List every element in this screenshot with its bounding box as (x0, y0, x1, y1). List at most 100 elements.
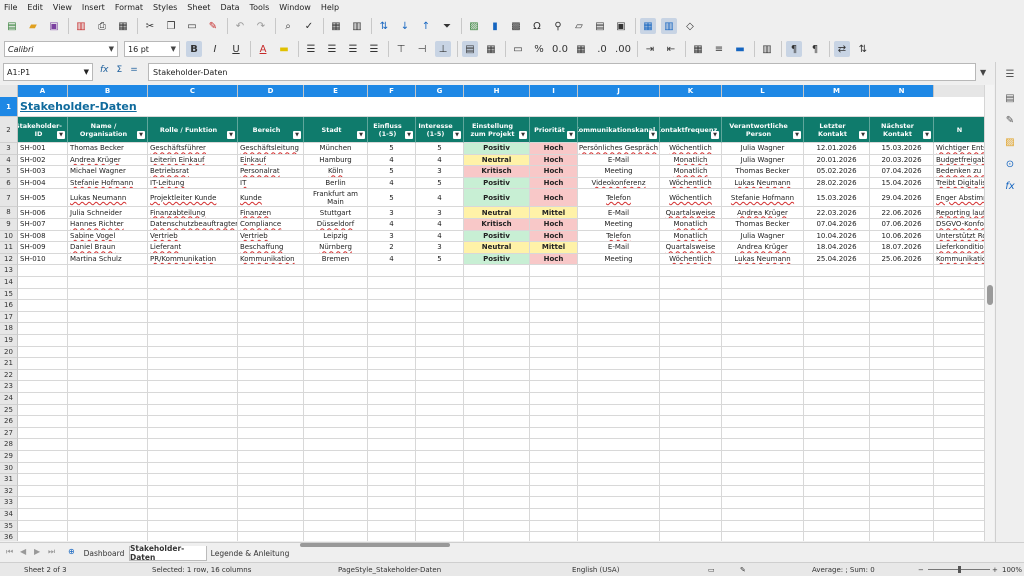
column-icon[interactable]: ▥ (349, 18, 365, 34)
empty-cell[interactable] (578, 323, 660, 335)
empty-cell[interactable] (304, 451, 368, 463)
language-status[interactable]: English (USA) (572, 566, 619, 574)
empty-cell[interactable] (368, 404, 416, 417)
empty-cell[interactable] (934, 474, 984, 486)
row-header[interactable]: 19 (0, 335, 18, 347)
empty-cell[interactable] (464, 346, 530, 359)
menu-item-tools[interactable]: Tools (250, 3, 270, 12)
empty-cell[interactable] (68, 520, 148, 533)
empty-cell[interactable] (304, 520, 368, 533)
table-cell[interactable]: Telefon (578, 189, 660, 208)
table-cell[interactable]: Kritisch (464, 166, 530, 178)
zoom-level[interactable]: 100% (1002, 566, 1022, 574)
empty-cell[interactable] (660, 346, 722, 359)
empty-cell[interactable] (148, 509, 238, 521)
empty-cell[interactable] (530, 277, 578, 289)
table-cell[interactable]: 3 (368, 230, 416, 243)
empty-cell[interactable] (18, 346, 68, 359)
zoom-slider-knob[interactable] (958, 566, 961, 573)
percent-format-icon[interactable]: % (531, 41, 547, 57)
table-cell[interactable]: Quartalsweise (660, 242, 722, 254)
empty-cell[interactable] (578, 532, 660, 541)
table-cell[interactable]: Hoch (530, 177, 578, 190)
empty-cell[interactable] (68, 393, 148, 405)
empty-cell[interactable] (304, 532, 368, 541)
empty-cell[interactable] (804, 265, 870, 277)
table-cell[interactable]: Wöchentlich (660, 253, 722, 266)
table-cell[interactable]: Wöchentlich (660, 143, 722, 155)
table-cell[interactable]: 22.06.2026 (870, 207, 934, 219)
empty-cell[interactable] (578, 381, 660, 393)
border-color-icon[interactable]: ▬ (732, 41, 748, 57)
empty-cell[interactable] (238, 474, 304, 486)
empty-cell[interactable] (804, 300, 870, 312)
table-cell[interactable]: SH-004 (18, 177, 68, 190)
empty-cell[interactable] (934, 335, 984, 347)
empty-cell[interactable] (804, 439, 870, 451)
row-header[interactable]: 29 (0, 451, 18, 463)
table-cell[interactable]: Mittel (530, 207, 578, 219)
empty-cell[interactable] (238, 288, 304, 301)
empty-cell[interactable] (530, 335, 578, 347)
empty-cell[interactable] (660, 485, 722, 498)
table-cell[interactable]: 18.04.2026 (804, 242, 870, 254)
empty-cell[interactable] (18, 462, 68, 475)
add-sheet-icon[interactable]: ⊕ (68, 547, 75, 556)
menu-item-insert[interactable]: Insert (82, 3, 105, 12)
table-cell[interactable]: 20.01.2026 (804, 154, 870, 167)
table-cell[interactable]: 15.04.2026 (870, 177, 934, 190)
empty-cell[interactable] (934, 521, 984, 533)
table-cell[interactable]: Positiv (464, 189, 530, 208)
menu-icon[interactable]: ☰ (1002, 66, 1018, 82)
row-header[interactable]: 11 (0, 242, 18, 254)
table-cell[interactable]: 5 (416, 177, 464, 190)
empty-cell[interactable] (578, 335, 660, 347)
empty-cell[interactable] (68, 462, 148, 475)
empty-cell[interactable] (416, 497, 464, 509)
empty-cell[interactable] (148, 532, 238, 541)
row-header[interactable]: 28 (0, 439, 18, 451)
table-cell[interactable]: 07.06.2026 (870, 219, 934, 231)
empty-cell[interactable] (68, 509, 148, 521)
table-cell[interactable]: Nürnberg (304, 242, 368, 254)
table-cell[interactable]: Wöchentlich (660, 177, 722, 190)
table-cell[interactable]: 3 (416, 242, 464, 254)
empty-cell[interactable] (722, 451, 804, 463)
empty-cell[interactable] (870, 358, 934, 370)
table-cell[interactable]: Geschäftsführer (148, 143, 238, 155)
empty-cell[interactable] (148, 404, 238, 417)
table-cell[interactable]: Hoch (530, 253, 578, 266)
empty-cell[interactable] (578, 346, 660, 359)
table-cell[interactable]: Positiv (464, 143, 530, 155)
export-pdf-icon[interactable]: ▥ (73, 18, 89, 34)
empty-cell[interactable] (464, 335, 530, 347)
empty-cell[interactable] (238, 497, 304, 509)
table-cell[interactable]: Einkauf (238, 154, 304, 167)
empty-cell[interactable] (578, 520, 660, 533)
table-cell[interactable]: SH-003 (18, 166, 68, 178)
empty-cell[interactable] (464, 323, 530, 335)
empty-cell[interactable] (722, 509, 804, 521)
empty-cell[interactable] (578, 439, 660, 451)
table-cell[interactable]: 4 (368, 219, 416, 231)
decrease-indent-icon[interactable]: ⇤ (663, 41, 679, 57)
functions-icon[interactable]: fx (1002, 178, 1018, 194)
empty-cell[interactable] (934, 289, 984, 301)
row-header[interactable]: 9 (0, 219, 18, 231)
freeze-rows-icon[interactable]: ▦ (640, 18, 656, 34)
table-cell[interactable]: 25.06.2026 (870, 253, 934, 266)
empty-cell[interactable] (368, 369, 416, 382)
column-header-e[interactable]: E (304, 85, 368, 97)
empty-cell[interactable] (722, 335, 804, 347)
table-cell[interactable]: Compliance (238, 219, 304, 231)
empty-cell[interactable] (416, 427, 464, 440)
sheet-grid[interactable]: ABCDEFGHIJKLMN 1 2 3 4 5 6 7 8 9 10 11 12 13 14 15 16 17… (0, 85, 984, 541)
table-cell[interactable]: Michael Wagner (68, 166, 148, 178)
empty-cell[interactable] (304, 369, 368, 382)
empty-cell[interactable] (18, 439, 68, 451)
menu-item-data[interactable]: Data (220, 3, 239, 12)
gallery-icon[interactable]: ▨ (1002, 134, 1018, 150)
row-header[interactable]: 15 (0, 288, 18, 301)
row-header[interactable]: 21 (0, 358, 18, 370)
empty-cell[interactable] (870, 265, 934, 277)
